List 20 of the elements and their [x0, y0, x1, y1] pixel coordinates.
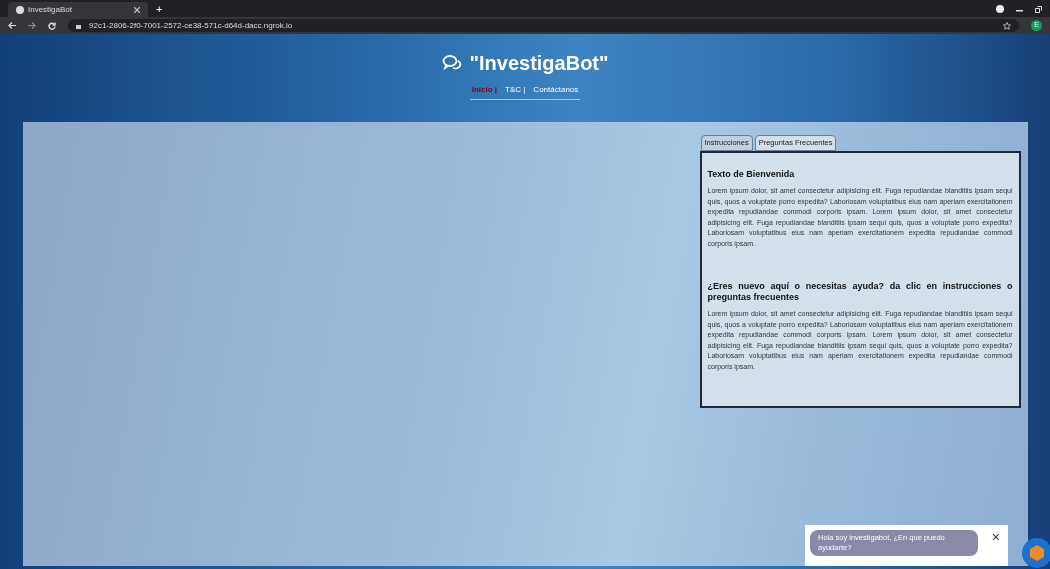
chat-launcher-icon[interactable]: [1022, 538, 1050, 568]
minimize-icon[interactable]: [1016, 10, 1023, 12]
star-icon[interactable]: [1003, 21, 1011, 30]
site-title: "InvestigaBot": [469, 51, 609, 76]
chat-bubbles-icon: [441, 54, 462, 72]
section-heading: Texto de Bienvenida: [707, 169, 796, 180]
record-icon[interactable]: [996, 5, 1004, 13]
back-icon[interactable]: [8, 22, 16, 29]
forward-icon[interactable]: [28, 22, 36, 29]
address-bar[interactable]: 92c1-2806-2f0-7001-2572-ce38-571c-d64d-dacc.ngrok.io: [68, 19, 1019, 32]
restore-icon[interactable]: [1035, 6, 1042, 13]
close-button[interactable]: ×: [991, 530, 1000, 544]
section-heading: ¿Eres nuevo aquí o necesitas ayuda? da clic en instrucciones o preguntas frecuentes: [707, 281, 1013, 303]
reload-icon[interactable]: [48, 21, 56, 30]
new-tab-button[interactable]: +: [156, 2, 163, 17]
browser-tab[interactable]: InvestigaBot: [8, 2, 148, 17]
nav-link[interactable]: T&C |: [505, 84, 526, 96]
close-icon[interactable]: [134, 6, 140, 13]
tab-title: InvestigaBot: [28, 3, 74, 16]
nav-link[interactable]: Contáctanos: [533, 84, 579, 96]
